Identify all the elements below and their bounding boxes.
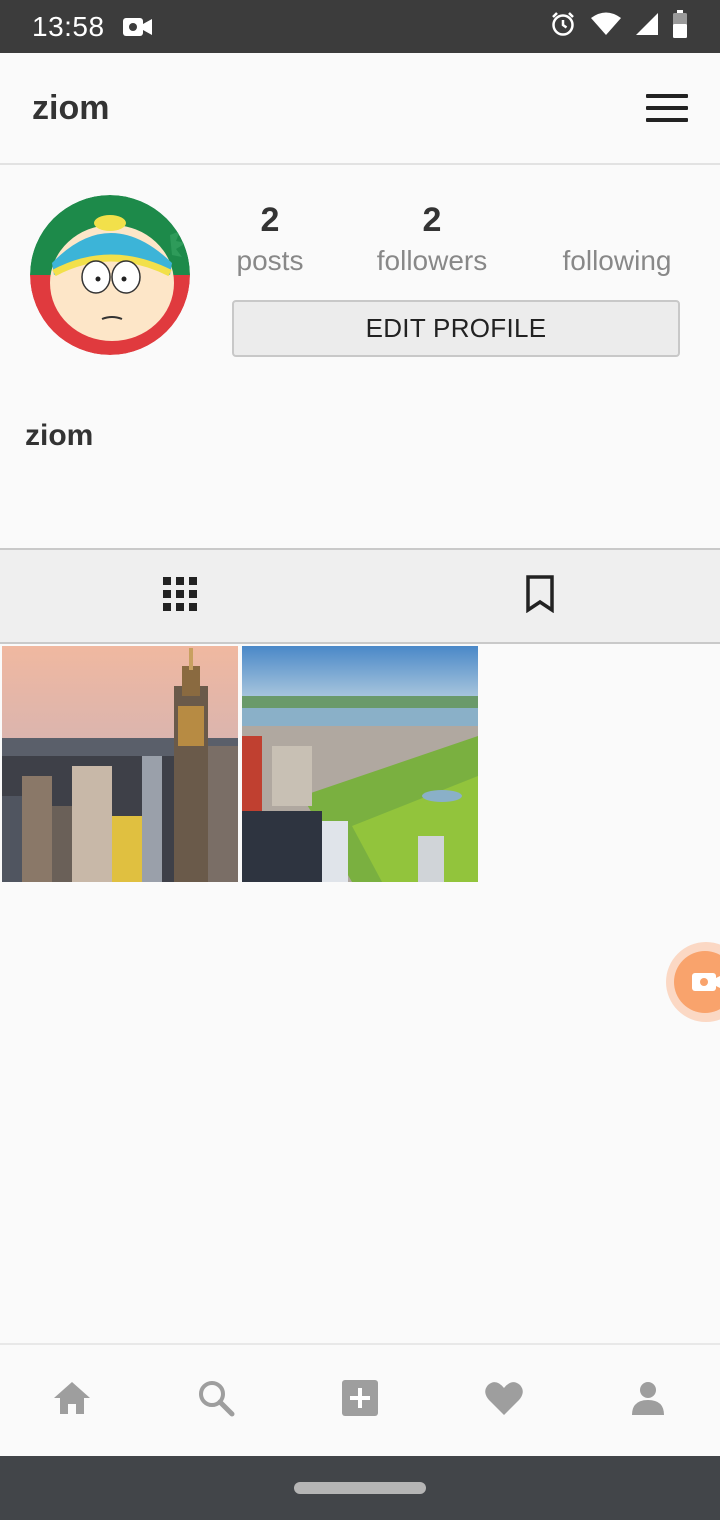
hamburger-menu-icon[interactable] bbox=[646, 94, 688, 122]
add-post-icon bbox=[342, 1380, 378, 1421]
signal-icon bbox=[636, 13, 658, 40]
nav-add-post[interactable] bbox=[324, 1365, 396, 1437]
posts-grid bbox=[2, 646, 478, 882]
nav-home[interactable] bbox=[36, 1365, 108, 1437]
floating-record-button[interactable] bbox=[666, 942, 720, 1022]
video-camera-icon bbox=[122, 16, 153, 38]
alarm-icon bbox=[550, 11, 576, 42]
home-icon bbox=[52, 1380, 92, 1421]
following-label: following bbox=[562, 245, 672, 276]
system-navigation-bar bbox=[0, 1456, 720, 1520]
city-park-image bbox=[242, 646, 478, 882]
stat-posts[interactable]: 2 posts bbox=[230, 201, 310, 277]
grid-icon bbox=[163, 576, 197, 616]
edit-profile-button[interactable]: EDIT PROFILE bbox=[232, 300, 680, 357]
profile-section: 2 posts 2 followers following EDIT PROFI… bbox=[0, 167, 720, 549]
followers-count: 2 bbox=[422, 201, 442, 239]
tab-grid[interactable] bbox=[0, 550, 360, 642]
stat-followers[interactable]: 2 followers bbox=[370, 201, 494, 277]
followers-label: followers bbox=[376, 245, 488, 276]
app-header: ziom bbox=[0, 53, 720, 165]
posts-label: posts bbox=[236, 245, 304, 276]
nav-profile[interactable] bbox=[612, 1365, 684, 1437]
nav-search[interactable] bbox=[180, 1365, 252, 1437]
stat-following[interactable]: following bbox=[554, 201, 680, 277]
profile-icon bbox=[630, 1381, 666, 1420]
bottom-nav bbox=[0, 1343, 720, 1456]
video-camera-icon bbox=[674, 951, 720, 1013]
tab-saved[interactable] bbox=[360, 550, 720, 642]
wifi-icon bbox=[590, 12, 622, 41]
avatar[interactable] bbox=[30, 195, 190, 355]
post-thumbnail[interactable] bbox=[242, 646, 478, 882]
page-title: ziom bbox=[32, 88, 110, 127]
posts-count: 2 bbox=[260, 201, 280, 239]
search-icon bbox=[197, 1379, 235, 1422]
status-time: 13:58 bbox=[32, 10, 105, 42]
system-home-handle[interactable] bbox=[294, 1482, 426, 1494]
following-count bbox=[554, 201, 680, 245]
city-skyline-image bbox=[2, 646, 238, 882]
nav-activity[interactable] bbox=[468, 1365, 540, 1437]
profile-stats: 2 posts 2 followers following bbox=[210, 201, 710, 291]
profile-name: ziom bbox=[25, 419, 94, 452]
bookmark-icon bbox=[525, 574, 555, 618]
profile-tabs bbox=[0, 548, 720, 644]
post-thumbnail[interactable] bbox=[2, 646, 238, 882]
status-bar: 13:58 bbox=[0, 0, 720, 53]
battery-icon bbox=[672, 10, 688, 43]
heart-icon bbox=[484, 1380, 524, 1421]
